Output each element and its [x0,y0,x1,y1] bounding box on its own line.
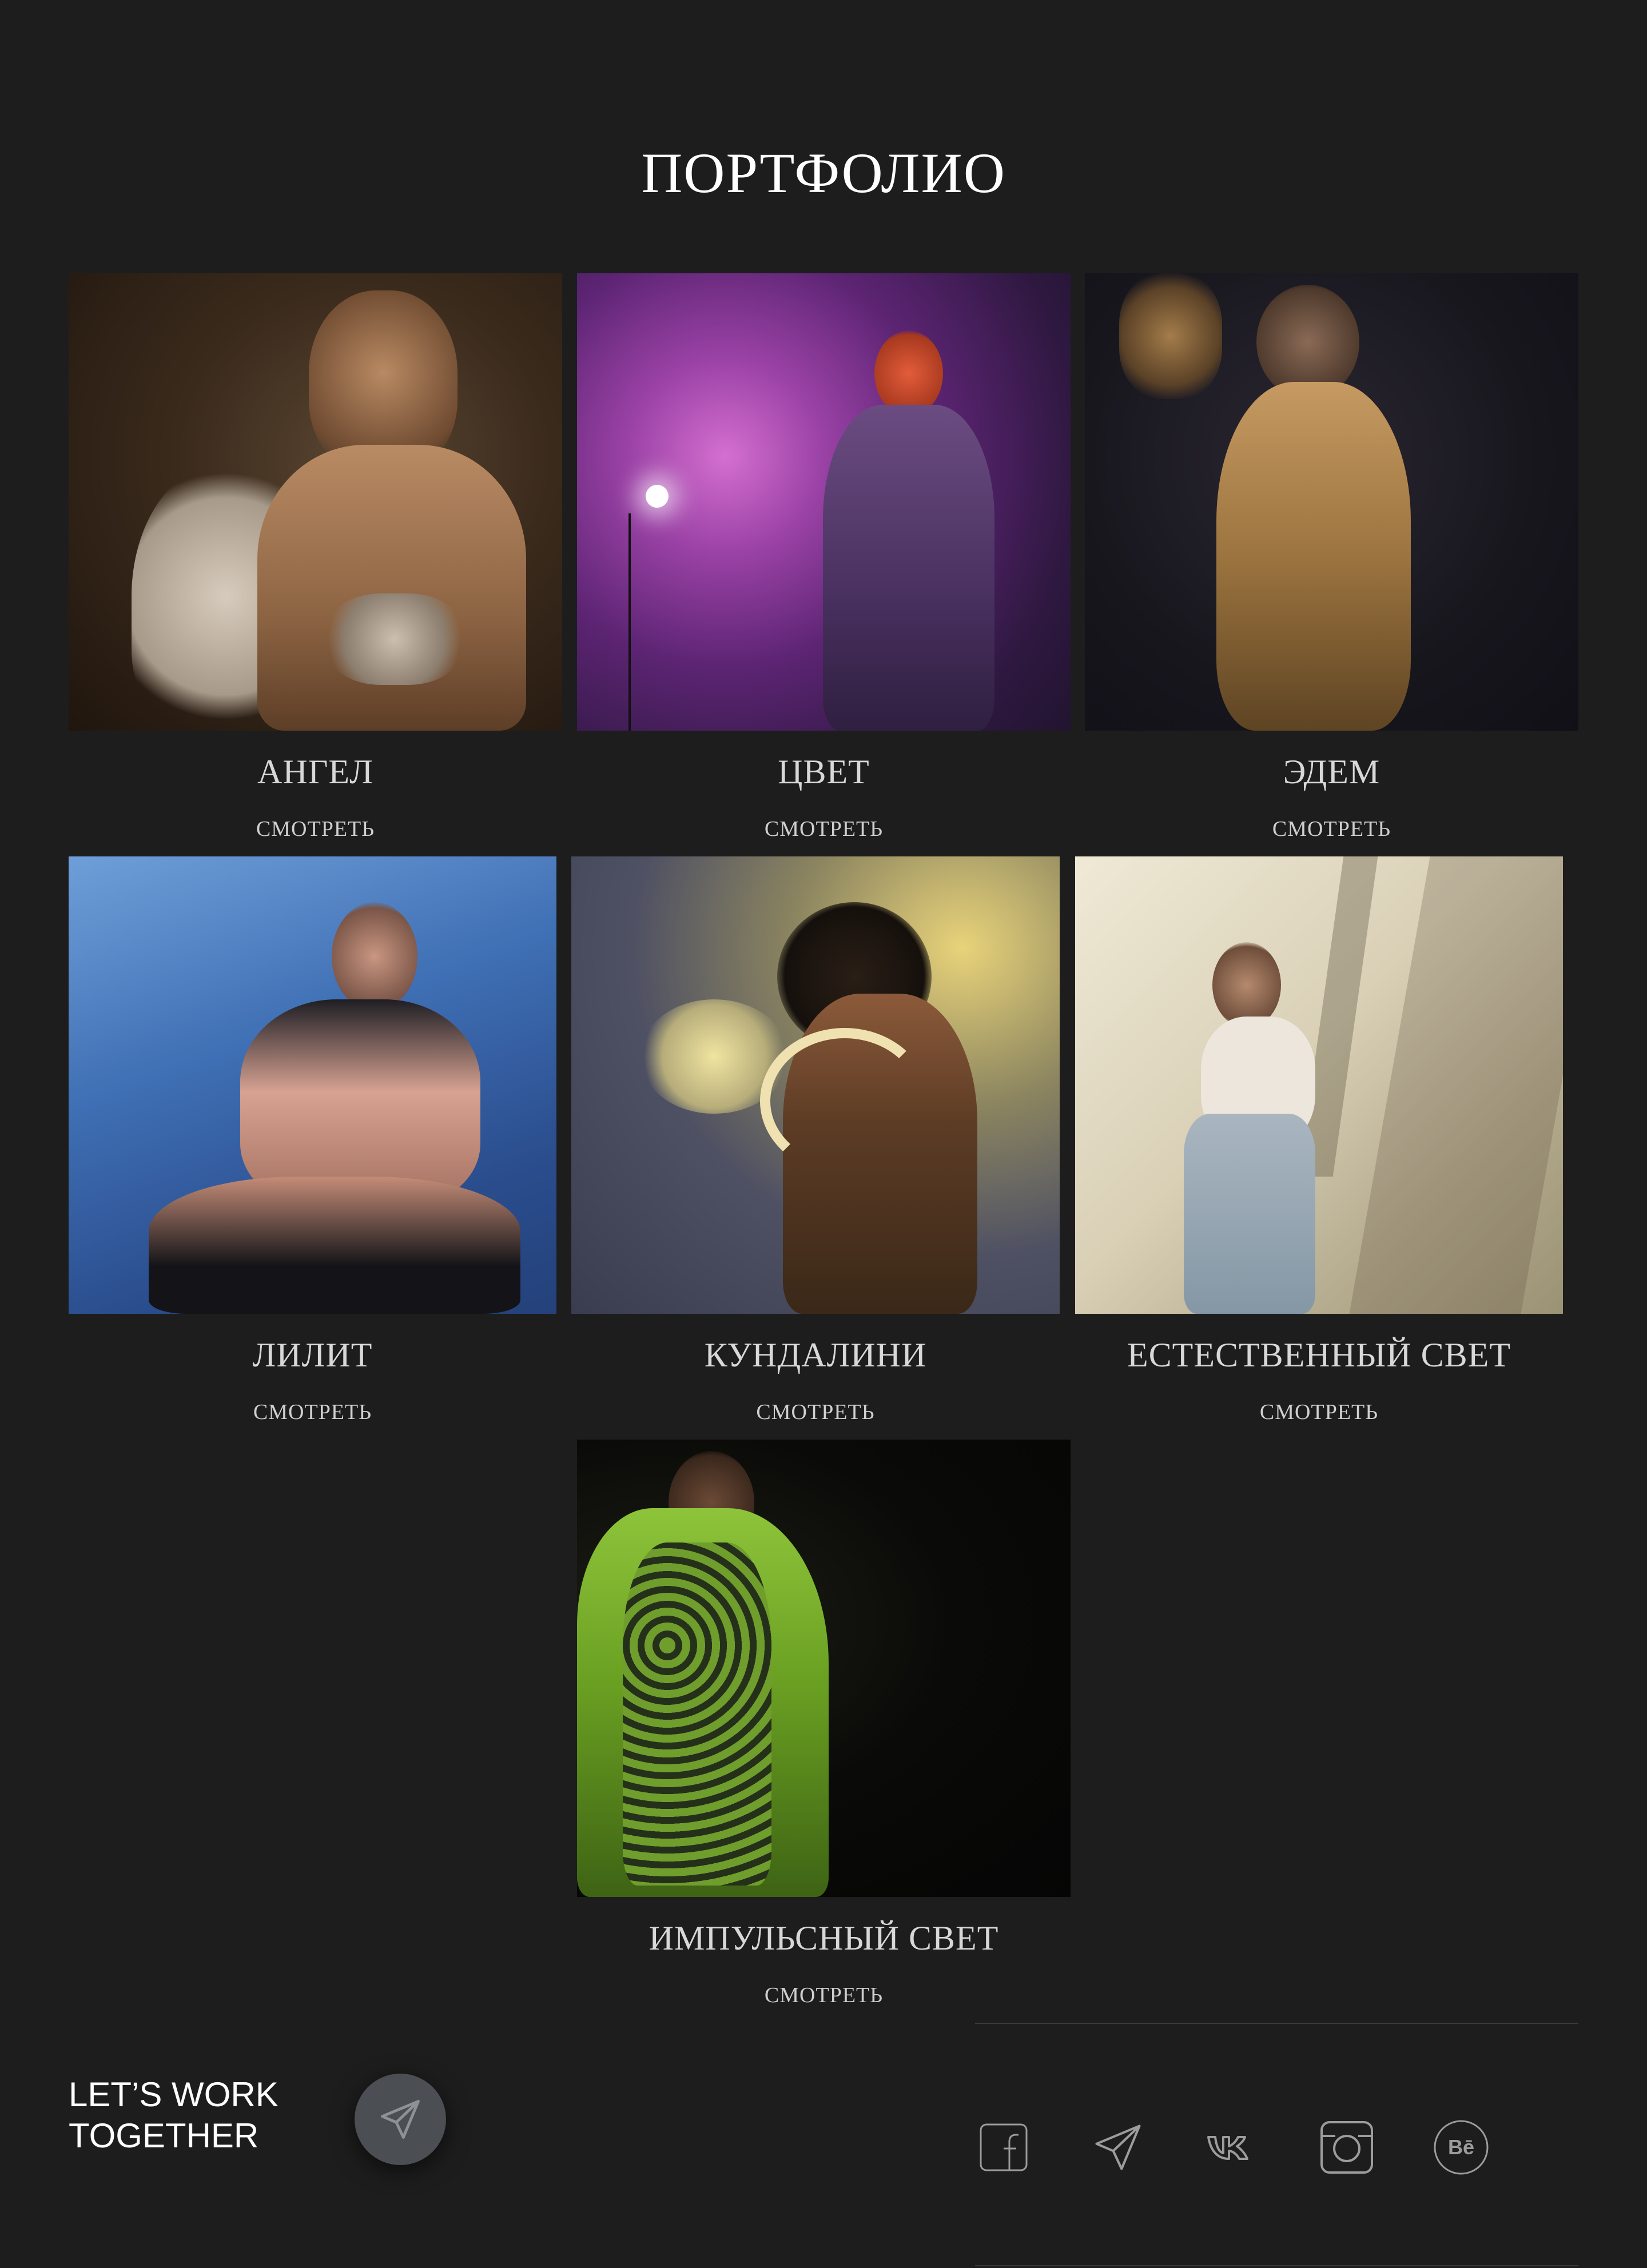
cta-heading: LET’S WORK TOGETHER [69,2074,279,2157]
view-link-lilith[interactable]: СМОТРЕТЬ [69,1400,556,1425]
facebook-icon[interactable] [975,2119,1032,2176]
photo-kundalini[interactable] [571,856,1060,1314]
footer-divider-bottom [975,2265,1578,2266]
vk-icon[interactable] [1204,2119,1261,2176]
card-title: ИМПУЛЬСНЫЙ СВЕТ [649,1919,999,1957]
view-link-eden[interactable]: СМОТРЕТЬ [1085,816,1578,842]
page-title: ПОРТФОЛИО [641,141,1006,205]
cta-line-1: LET’S WORK [69,2075,279,2114]
card-title: КУНДАЛИНИ [704,1336,927,1374]
photo-color[interactable] [577,273,1071,731]
photo-eden[interactable] [1085,273,1578,731]
cta-line-2: TOGETHER [69,2116,259,2155]
footer-divider-top [975,2023,1578,2024]
card-title: ЦВЕТ [778,753,870,791]
photo-angel[interactable] [69,273,562,731]
card-title: ЛИЛИТ [252,1336,373,1374]
view-link-angel[interactable]: СМОТРЕТЬ [69,816,562,842]
paper-plane-icon [381,2100,420,2139]
card-title: ЭДЕМ [1283,753,1381,791]
view-link-pulse-light[interactable]: СМОТРЕТЬ [577,1983,1071,2008]
instagram-icon[interactable] [1318,2119,1375,2176]
view-link-color[interactable]: СМОТРЕТЬ [577,816,1071,842]
svg-text:Bē: Bē [1448,2135,1474,2159]
view-link-kundalini[interactable]: СМОТРЕТЬ [571,1400,1060,1425]
view-link-natural-light[interactable]: СМОТРЕТЬ [1075,1400,1563,1425]
photo-lilith[interactable] [69,856,556,1314]
behance-icon[interactable]: Bē [1433,2119,1490,2176]
card-title: ЕСТЕСТВЕННЫЙ СВЕТ [1127,1336,1511,1374]
photo-natural-light[interactable] [1075,856,1563,1314]
card-title: АНГЕЛ [257,753,373,791]
photo-pulse-light[interactable] [577,1440,1071,1897]
send-message-button[interactable] [355,2074,446,2165]
telegram-icon[interactable] [1089,2119,1147,2176]
